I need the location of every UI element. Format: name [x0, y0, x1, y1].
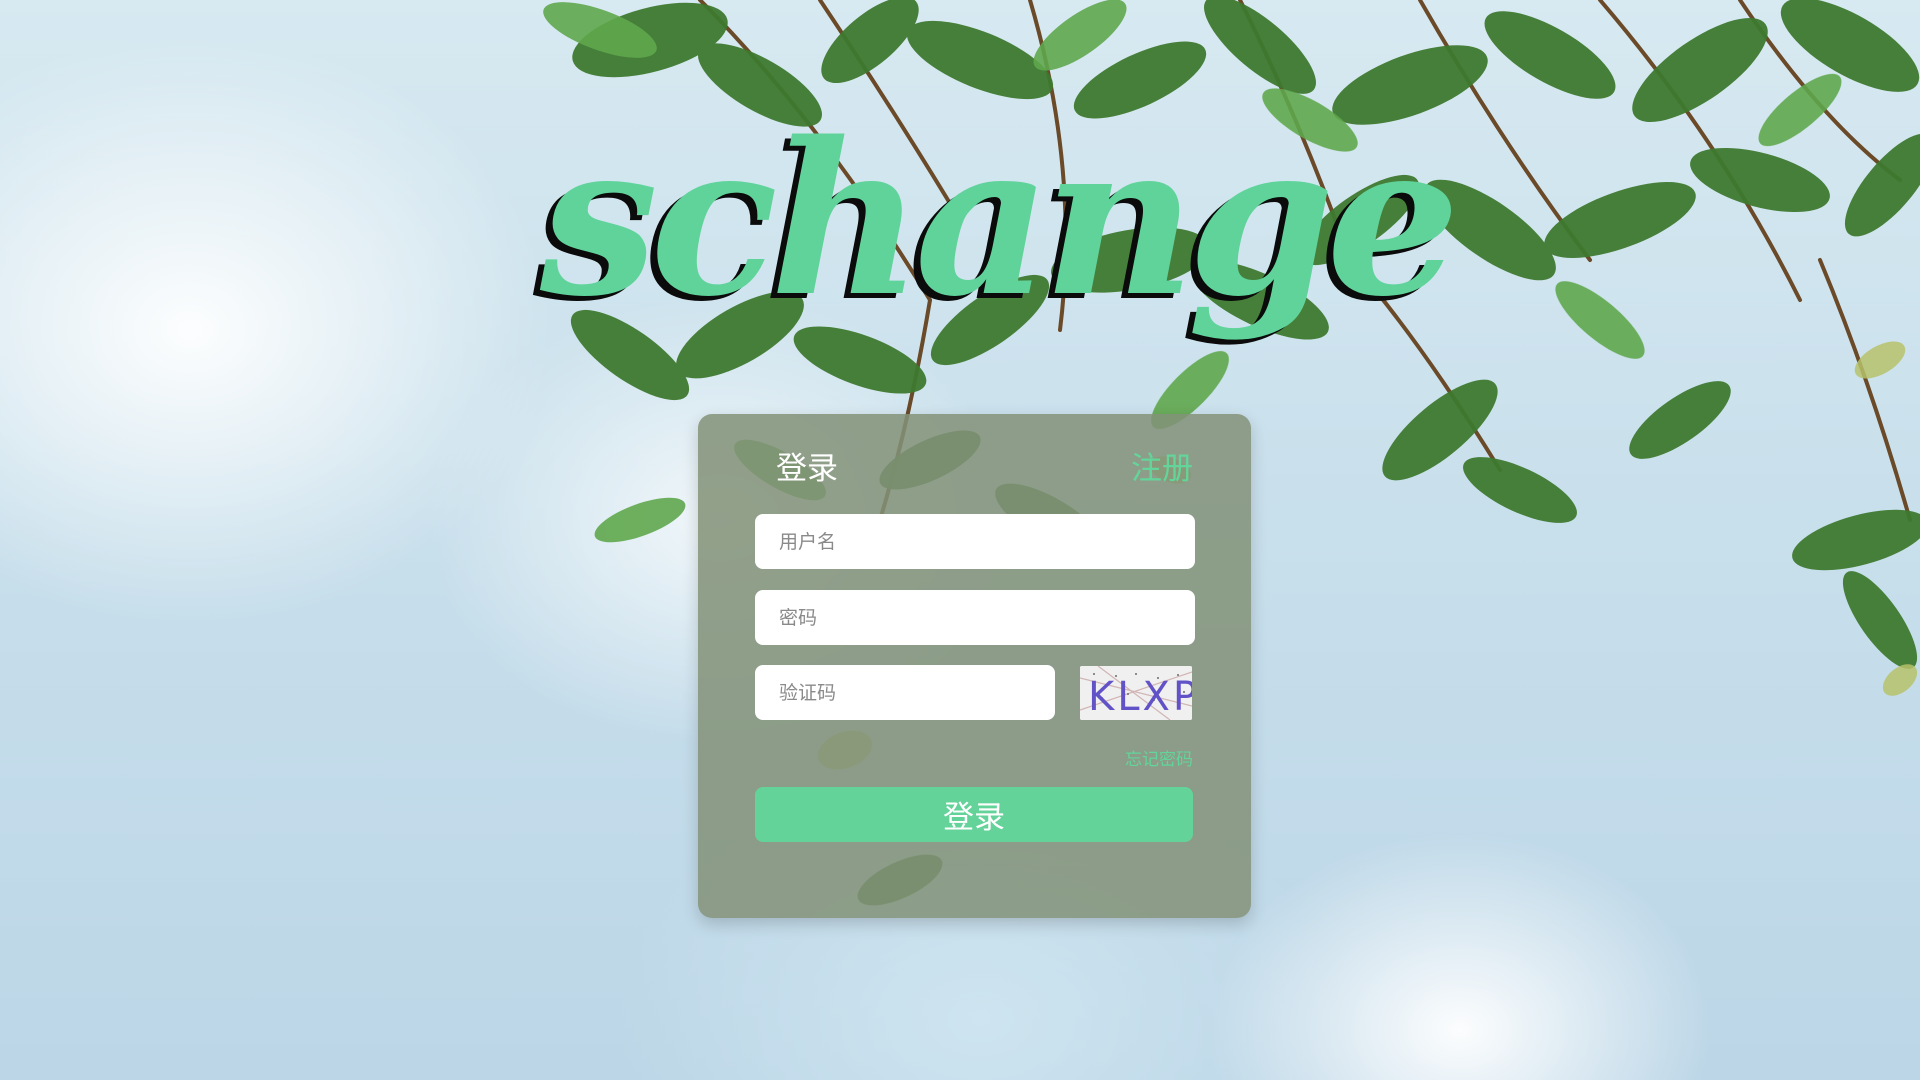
captcha-input[interactable]: [755, 665, 1055, 720]
forgot-password-link[interactable]: 忘记密码: [1125, 745, 1193, 770]
captcha-char: KLXP: [1088, 674, 1192, 720]
username-input[interactable]: [755, 514, 1195, 569]
tab-login[interactable]: 登录: [776, 454, 838, 485]
password-input[interactable]: [755, 590, 1195, 645]
captcha-image[interactable]: KLXP: [1080, 666, 1192, 720]
brand-wordmark: schange: [540, 96, 1460, 343]
login-card: 登录 注册 KLXP 忘记密码: [698, 414, 1251, 918]
tab-register[interactable]: 注册: [1131, 454, 1193, 485]
login-submit-button[interactable]: 登录: [755, 787, 1193, 842]
